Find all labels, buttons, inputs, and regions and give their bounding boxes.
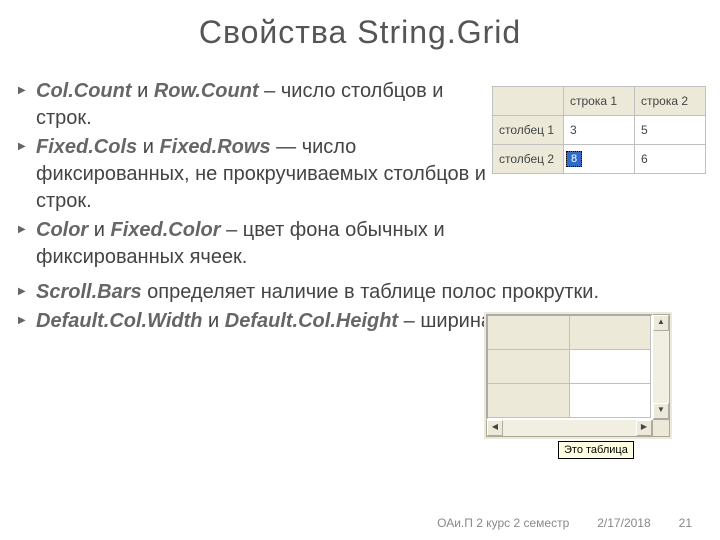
slide-footer: ОАи.П 2 курс 2 семестр 2/17/2018 21	[0, 516, 720, 530]
keyword: Fixed.Color	[111, 219, 221, 241]
grid-row-header: столбец 2	[493, 145, 564, 174]
keyword: Default.Col.Height	[225, 310, 398, 332]
grid-cell[interactable]	[570, 384, 652, 418]
bullet-4: Scroll.Bars определяет наличие в таблице…	[14, 279, 706, 306]
footer-page: 21	[679, 516, 692, 530]
vertical-scrollbar[interactable]: ▲ ▼	[653, 314, 670, 420]
bullet-3: Color и Fixed.Color – цвет фона обычных …	[14, 217, 486, 271]
footer-date: 2/17/2018	[597, 516, 650, 530]
keyword: Scroll.Bars	[36, 281, 142, 303]
grid-fixed-cell	[488, 350, 570, 384]
slide: Свойства String.Grid Col.Count и Row.Cou…	[0, 0, 720, 540]
grid-cell-selected[interactable]: 8	[564, 145, 635, 174]
grid-cell[interactable]: 3	[564, 116, 635, 145]
grid-col-header: строка 2	[635, 87, 706, 116]
keyword: Row.Count	[154, 80, 259, 102]
grid-fixed-corner	[493, 87, 564, 116]
grid-col-header: строка 1	[564, 87, 635, 116]
bullet-2: Fixed.Cols и Fixed.Rows — число фиксиров…	[14, 134, 486, 215]
stringgrid-example-2: ▲ ▼ ◀ ▶ Это таблица	[484, 312, 672, 459]
page-title: Свойства String.Grid	[0, 14, 720, 51]
scrollbar-corner	[653, 420, 670, 437]
example-grid: строка 1 строка 2 столбец 1 3 5 столбец …	[492, 86, 706, 174]
grid-cell[interactable]: 5	[635, 116, 706, 145]
footer-course: ОАи.П 2 курс 2 семестр	[437, 516, 569, 530]
grid-body[interactable]	[486, 314, 653, 420]
grid-cell[interactable]: 6	[635, 145, 706, 174]
scroll-right-icon[interactable]: ▶	[636, 420, 652, 436]
grid-fixed-cell	[488, 316, 570, 350]
keyword: Fixed.Rows	[159, 136, 270, 158]
keyword: Fixed.Cols	[36, 136, 137, 158]
content-area: Col.Count и Row.Count – число столбцов и…	[14, 78, 706, 496]
bullet-list-1: Col.Count и Row.Count – число столбцов и…	[14, 78, 486, 271]
grid-fixed-cell	[488, 384, 570, 418]
scroll-down-icon[interactable]: ▼	[653, 403, 669, 419]
tooltip: Это таблица	[558, 441, 634, 459]
bullet-1: Col.Count и Row.Count – число столбцов и…	[14, 78, 486, 132]
keyword: Color	[36, 219, 88, 241]
stringgrid-example-1: строка 1 строка 2 столбец 1 3 5 столбец …	[492, 78, 706, 174]
horizontal-scrollbar[interactable]: ◀ ▶	[486, 420, 653, 437]
grid-fixed-cell	[570, 316, 652, 350]
grid-row-header: столбец 1	[493, 116, 564, 145]
scroll-track[interactable]	[653, 331, 669, 403]
scroll-track[interactable]	[503, 420, 636, 436]
grid-cell[interactable]	[570, 350, 652, 384]
scroll-left-icon[interactable]: ◀	[487, 420, 503, 436]
scroll-up-icon[interactable]: ▲	[653, 315, 669, 331]
keyword: Col.Count	[36, 80, 132, 102]
keyword: Default.Col.Width	[36, 310, 202, 332]
